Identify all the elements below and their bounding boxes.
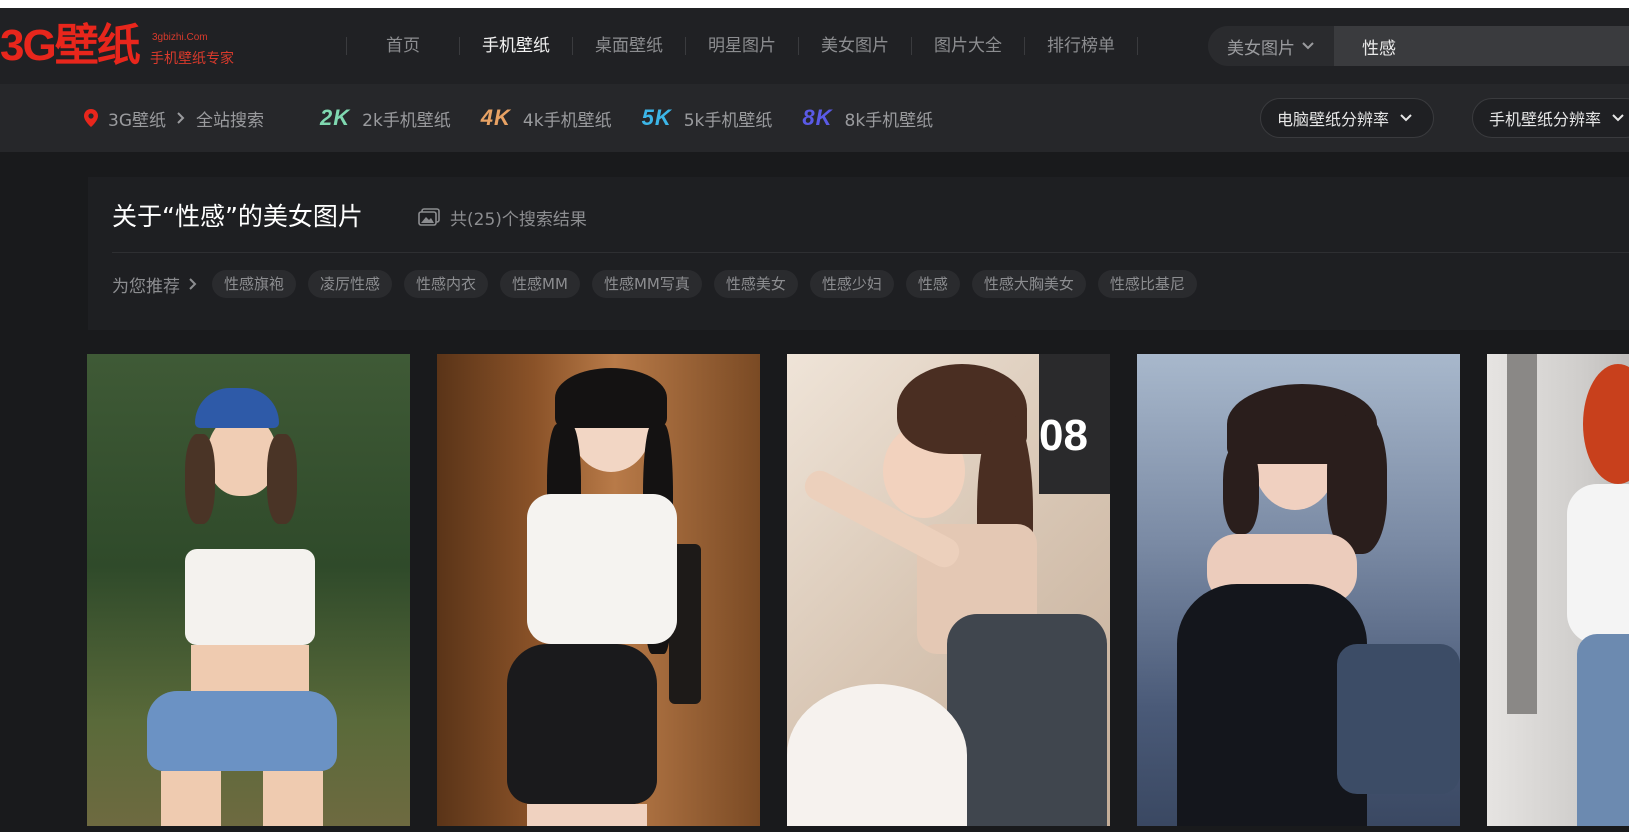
res-link-label: 2k手机壁纸 [362,110,451,131]
nav-item-beauty[interactable]: 美女图片 [799,28,911,64]
tag-chip[interactable]: 性感大胸美女 [971,270,1086,298]
image-grid: 08 [87,354,1629,826]
tag-chip[interactable]: 性感MM写真 [591,270,702,298]
4k-badge-icon: 4K [480,105,511,130]
logo-text: 3G壁纸 [0,21,141,70]
nav-item-gallery[interactable]: 图片大全 [912,28,1024,64]
image-gallery-icon [418,208,440,226]
nav-item-mobile-wallpaper[interactable]: 手机壁纸 [460,28,572,64]
res-link-8k[interactable]: 8K 8k手机壁纸 [802,106,933,131]
results-panel: 关于“性感”的美女图片 共(25)个搜索结果 为您推荐 性感旗袍 凌厉性感 性感… [88,177,1629,330]
wallpaper-card[interactable] [437,354,760,826]
tag-chip[interactable]: 性感MM [500,270,580,298]
wallpaper-thumbnail [87,354,410,826]
sub-bar: 3G壁纸 全站搜索 2K 2k手机壁纸 4K 4k手机壁纸 5K 5k手机壁纸 … [0,84,1629,152]
mobile-resolution-dropdown[interactable]: 手机壁纸分辨率 [1472,98,1629,138]
res-link-4k[interactable]: 4K 4k手机壁纸 [481,106,612,131]
wallpaper-thumbnail [1487,354,1629,826]
res-link-2k[interactable]: 2K 2k手机壁纸 [320,106,451,131]
chevron-right-icon [177,112,185,124]
nav-item-home[interactable]: 首页 [347,28,459,64]
chevron-down-icon [1612,114,1624,122]
recommend-label: 为您推荐 [112,272,198,297]
nav-item-celebrity[interactable]: 明星图片 [686,28,798,64]
chevron-down-icon [1400,114,1412,122]
logo-domain: 3gbizhi.Com [152,32,208,43]
tag-chip[interactable]: 凌厉性感 [308,270,393,298]
result-count: 共(25)个搜索结果 [418,205,587,230]
wallpaper-thumbnail [1137,354,1460,826]
search-input[interactable] [1334,26,1629,66]
wallpaper-card[interactable] [1137,354,1460,826]
2k-badge-icon: 2K [320,105,351,130]
res-link-5k[interactable]: 5K 5k手机壁纸 [642,106,773,131]
breadcrumb-current: 全站搜索 [196,110,264,131]
res-link-label: 8k手机壁纸 [844,110,934,131]
result-count-text: 共(25)个搜索结果 [450,209,587,230]
tag-chip[interactable]: 性感美女 [713,270,798,298]
resolution-links: 2K 2k手机壁纸 4K 4k手机壁纸 5K 5k手机壁纸 8K 8k手机壁纸 [320,104,933,132]
nav-item-desktop-wallpaper[interactable]: 桌面壁纸 [573,28,685,64]
tag-chip[interactable]: 性感比基尼 [1097,270,1197,298]
desktop-resolution-label: 电脑壁纸分辨率 [1277,110,1390,129]
breadcrumb: 3G壁纸 全站搜索 [84,104,264,132]
recommend-tags: 为您推荐 性感旗袍 凌厉性感 性感内衣 性感MM 性感MM写真 性感美女 性感少… [112,269,1197,299]
location-pin-icon [84,109,98,127]
divider [112,252,1629,253]
chevron-right-icon [189,278,197,290]
8k-badge-icon: 8K [802,105,833,130]
logo-slogan: 手机壁纸专家 [150,50,234,66]
breadcrumb-home[interactable]: 3G壁纸 [108,106,166,131]
tag-chip[interactable]: 性感 [905,270,960,298]
chevron-down-icon [1302,42,1314,50]
res-link-label: 4k手机壁纸 [522,110,612,131]
search-category-label: 美女图片 [1227,38,1295,59]
top-navbar: 3G壁纸 3gbizhi.Com 手机壁纸专家 首页 手机壁纸 桌面壁纸 明星图… [0,8,1629,84]
tag-chip[interactable]: 性感旗袍 [212,270,297,298]
nav-item-ranking[interactable]: 排行榜单 [1025,28,1137,64]
wallpaper-thumbnail [437,354,760,826]
search-category-select[interactable]: 美女图片 [1208,26,1334,66]
res-link-label: 5k手机壁纸 [683,110,773,131]
wallpaper-card[interactable]: 08 [787,354,1110,826]
photo-clock-text: 08 [1039,411,1088,460]
site-logo[interactable]: 3G壁纸 3gbizhi.Com 手机壁纸专家 [0,22,240,70]
page-title: 关于“性感”的美女图片 [112,202,363,231]
wallpaper-card[interactable] [1487,354,1629,826]
tag-chip[interactable]: 性感内衣 [404,270,489,298]
recommend-label-text: 为您推荐 [112,276,180,297]
desktop-resolution-dropdown[interactable]: 电脑壁纸分辨率 [1260,98,1434,138]
search-bar: 美女图片 [1208,26,1629,66]
5k-badge-icon: 5K [641,105,672,130]
wallpaper-card[interactable] [87,354,410,826]
mobile-resolution-label: 手机壁纸分辨率 [1489,110,1602,129]
nav-divider [1137,37,1138,55]
wallpaper-thumbnail: 08 [787,354,1110,826]
main-nav: 首页 手机壁纸 桌面壁纸 明星图片 美女图片 图片大全 排行榜单 [346,28,1138,64]
tag-chip[interactable]: 性感少妇 [809,270,894,298]
browser-top-strip [0,0,1629,8]
